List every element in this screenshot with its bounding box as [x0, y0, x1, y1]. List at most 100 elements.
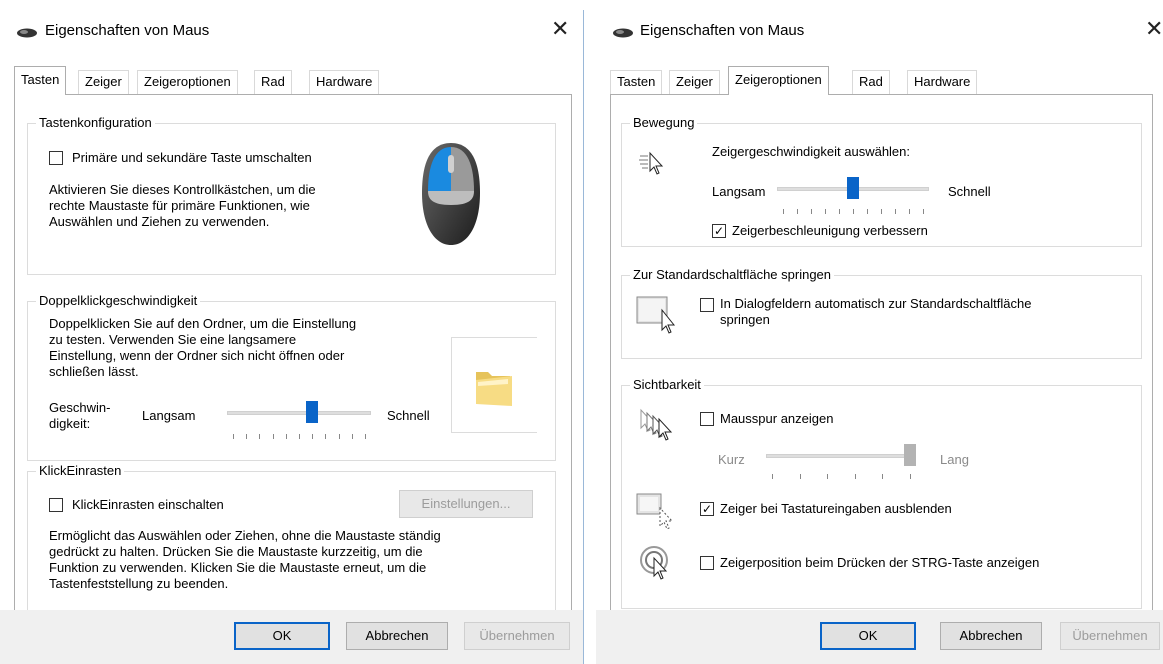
- fast-label: Schnell: [948, 184, 991, 199]
- trails-length-slider-track[interactable]: [766, 454, 916, 458]
- slider-tick: [827, 474, 828, 479]
- slow-label: Langsam: [712, 184, 766, 199]
- tab-rad[interactable]: Rad: [852, 70, 890, 94]
- description-line: schließen lässt.: [49, 364, 139, 379]
- double-click-slider-track[interactable]: [227, 411, 371, 415]
- tab-zeiger[interactable]: Zeiger: [669, 70, 720, 94]
- enhance-precision-label: Zeigerbeschleunigung verbessern: [732, 223, 928, 238]
- tab-hardware[interactable]: Hardware: [309, 70, 380, 94]
- slider-tick: [772, 474, 773, 479]
- enhance-precision-checkbox[interactable]: ✓: [712, 224, 726, 238]
- show-location-ctrl-checkbox[interactable]: [700, 556, 714, 570]
- tab-tasten[interactable]: Tasten: [610, 70, 663, 94]
- cancel-button[interactable]: Abbrechen: [346, 622, 448, 650]
- slider-tick: [233, 434, 234, 439]
- click-lock-checkbox[interactable]: [49, 498, 63, 512]
- ok-button[interactable]: OK: [820, 622, 916, 650]
- speed-label: Geschwin-: [49, 400, 111, 415]
- pointer-speed-icon: [639, 151, 664, 175]
- slider-tick: [259, 434, 260, 439]
- slider-tick: [286, 434, 287, 439]
- slider-tick: [909, 209, 910, 214]
- slider-ticks: [783, 209, 924, 215]
- apply-button[interactable]: Übernehmen: [1060, 622, 1160, 650]
- group-title: Doppelklickgeschwindigkeit: [36, 293, 201, 308]
- slider-tick: [853, 209, 854, 214]
- apply-button[interactable]: Übernehmen: [464, 622, 570, 650]
- switch-buttons-checkbox[interactable]: [49, 151, 63, 165]
- description-line: Aktivieren Sie dieses Kontrollkästchen, …: [49, 182, 316, 197]
- pointer-speed-slider-thumb[interactable]: [847, 177, 859, 199]
- group-double-click: Doppelklickgeschwindigkeit Doppelklicken…: [27, 293, 556, 461]
- dialog-footer: OK Abbrechen Übernehmen: [596, 610, 1163, 664]
- close-button[interactable]: ✕: [1145, 18, 1163, 40]
- description-line: Einstellung, wenn der Ordner sich nicht …: [49, 348, 345, 363]
- snap-to-label: springen: [720, 312, 770, 327]
- slider-tick: [923, 209, 924, 214]
- hide-while-typing-checkbox[interactable]: ✓: [700, 502, 714, 516]
- slider-tick: [867, 209, 868, 214]
- tab-zeigeroptionen[interactable]: Zeigeroptionen: [137, 70, 238, 94]
- test-folder-area[interactable]: [451, 337, 537, 433]
- window-title: Eigenschaften von Maus: [45, 22, 210, 39]
- slider-tick: [800, 474, 801, 479]
- group-click-lock: KlickEinrasten KlickEinrasten einschalte…: [27, 463, 556, 611]
- slider-tick: [339, 434, 340, 439]
- ok-button[interactable]: OK: [234, 622, 330, 650]
- pointer-trails-label: Mausspur anzeigen: [720, 411, 834, 426]
- group-title: Tastenkonfiguration: [36, 115, 155, 130]
- slider-tick: [365, 434, 366, 439]
- speed-label: digkeit:: [49, 416, 91, 431]
- slider-tick: [910, 474, 911, 479]
- slider-tick: [881, 209, 882, 214]
- pointer-trails-checkbox[interactable]: [700, 412, 714, 426]
- slider-tick: [299, 434, 300, 439]
- slider-tick: [312, 434, 313, 439]
- slider-tick: [783, 209, 784, 214]
- mouse-icon: [613, 28, 633, 38]
- window-title: Eigenschaften von Maus: [640, 22, 805, 39]
- fast-label: Schnell: [387, 408, 430, 423]
- group-title: Sichtbarkeit: [630, 377, 704, 392]
- group-button-config: Tastenkonfiguration Primäre und sekundär…: [27, 115, 556, 275]
- slow-label: Langsam: [142, 408, 196, 423]
- snap-to-label: In Dialogfeldern automatisch zur Standar…: [720, 296, 1032, 311]
- mouse-icon: [17, 28, 37, 38]
- tab-panel-tasten: Tastenkonfiguration Primäre und sekundär…: [14, 94, 572, 620]
- slider-tick: [797, 209, 798, 214]
- tab-tasten[interactable]: Tasten: [14, 66, 67, 95]
- close-button[interactable]: ✕: [551, 18, 569, 40]
- slider-tick: [882, 474, 883, 479]
- slider-tick: [811, 209, 812, 214]
- click-lock-settings-button[interactable]: Einstellungen...: [399, 490, 533, 518]
- title-bar: Eigenschaften von Maus ✕: [0, 10, 583, 52]
- title-bar: Eigenschaften von Maus ✕: [596, 10, 1163, 52]
- description-line: Funktion zu verwenden. Klicken Sie die M…: [49, 560, 427, 575]
- slider-tick: [246, 434, 247, 439]
- tab-zeigeroptionen[interactable]: Zeigeroptionen: [728, 66, 829, 95]
- slider-tick: [273, 434, 274, 439]
- slider-ticks: [233, 434, 366, 440]
- tab-hardware[interactable]: Hardware: [907, 70, 978, 94]
- description-line: Doppelklicken Sie auf den Ordner, um die…: [49, 316, 357, 331]
- click-lock-label: KlickEinrasten einschalten: [72, 497, 224, 512]
- tab-rad[interactable]: Rad: [254, 70, 292, 94]
- double-click-slider-thumb[interactable]: [306, 401, 319, 423]
- description-line: Ermöglicht das Auswählen oder Ziehen, oh…: [49, 528, 441, 543]
- description-line: rechte Maustaste für primäre Funktionen,…: [49, 198, 310, 213]
- mouse-illustration-icon: [422, 143, 480, 245]
- show-location-ctrl-label: Zeigerposition beim Drücken der STRG-Tas…: [720, 555, 1040, 570]
- tab-zeiger[interactable]: Zeiger: [78, 70, 129, 94]
- group-title: Bewegung: [630, 115, 698, 130]
- snap-to-checkbox[interactable]: [700, 298, 714, 312]
- description-line: gedrückt zu halten. Drücken Sie die Maus…: [49, 544, 423, 559]
- slider-tick: [825, 209, 826, 214]
- description-line: zu testen. Verwenden Sie eine langsamere: [49, 332, 297, 347]
- group-visibility: Sichtbarkeit Mausspur anzeigen Kurz Lang…: [621, 377, 1142, 609]
- cancel-button[interactable]: Abbrechen: [940, 622, 1042, 650]
- trails-length-slider-thumb[interactable]: [904, 444, 916, 466]
- mouse-properties-dialog-left: Eigenschaften von Maus ✕ Tasten Zeiger Z…: [0, 10, 584, 664]
- short-label: Kurz: [718, 452, 745, 467]
- mouse-properties-dialog-right: Eigenschaften von Maus ✕ Tasten Zeiger Z…: [596, 10, 1163, 664]
- group-title: KlickEinrasten: [36, 463, 125, 478]
